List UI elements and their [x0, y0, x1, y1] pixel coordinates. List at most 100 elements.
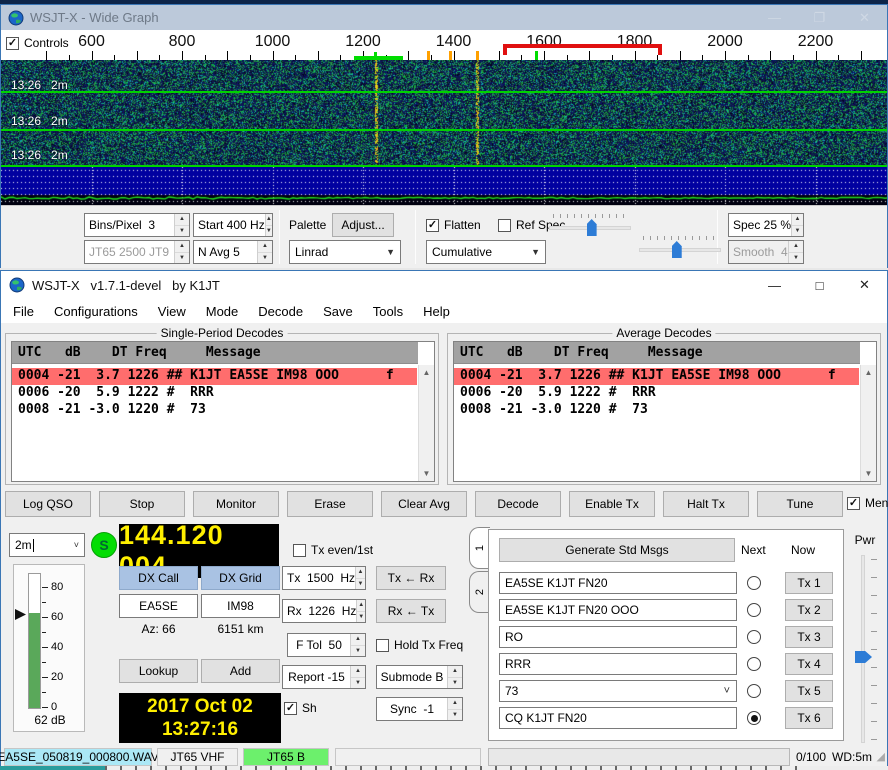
down-arrow-icon[interactable]: ▼ [448, 678, 462, 689]
down-arrow-icon[interactable]: ▼ [351, 646, 365, 657]
down-arrow-icon[interactable]: ▼ [792, 226, 803, 237]
spinner-arrows[interactable]: ▲▼ [447, 698, 462, 720]
tx-message-field-4[interactable]: RRR [499, 653, 737, 675]
decode-text-area[interactable]: UTC dB DT Freq Message0004 -21 3.7 1226 … [11, 341, 435, 482]
decode-row[interactable]: 0004 -21 3.7 1226 ## K1JT EA5SE IM98 OOO… [12, 368, 417, 385]
up-arrow-icon[interactable]: ▲ [351, 634, 365, 646]
tab-1[interactable]: 1 [469, 527, 490, 569]
dx-grid-button[interactable]: DX Grid [201, 566, 280, 590]
hold-tx-freq-checkbox[interactable]: Hold Tx Freq [376, 638, 463, 652]
dx-call-button[interactable]: DX Call [119, 566, 198, 590]
menu-help[interactable]: Help [413, 301, 460, 322]
flatten-checkbox[interactable]: Flatten [426, 218, 481, 232]
up-arrow-icon[interactable]: ▲ [175, 214, 189, 226]
log-qso-button[interactable]: Log QSO [5, 491, 91, 517]
maximize-button[interactable]: ❐ [797, 5, 842, 30]
spinner-arrows[interactable]: ▲▼ [356, 600, 365, 622]
slider-thumb[interactable] [855, 651, 872, 663]
tx-message-field-2[interactable]: EA5SE K1JT FN20 OOO [499, 599, 737, 621]
bins-per-pixel-spinner[interactable]: Bins/Pixel 3 ▲▼ [84, 213, 190, 237]
resize-grip[interactable]: ◢ [877, 750, 885, 763]
enable-tx-button[interactable]: Enable Tx [569, 491, 655, 517]
minimize-button[interactable]: — [752, 271, 797, 299]
tx-message-field-1[interactable]: EA5SE K1JT FN20 [499, 572, 737, 594]
down-arrow-icon[interactable]: ▼ [175, 226, 189, 237]
decode-row[interactable]: 0004 -21 3.7 1226 ## K1JT EA5SE IM98 OOO… [454, 368, 859, 385]
menu-decode[interactable]: Decode [248, 301, 313, 322]
slider-thumb[interactable] [587, 219, 597, 236]
next-radio-6[interactable] [747, 711, 761, 725]
tx-message-field-3[interactable]: RO [499, 626, 737, 648]
tab-2[interactable]: 2 [469, 571, 490, 613]
decode-row[interactable]: 0008 -21 -3.0 1220 # 73 [12, 402, 417, 419]
monitor-button[interactable]: Monitor [193, 491, 279, 517]
next-radio-4[interactable] [747, 657, 761, 671]
down-arrow-icon[interactable]: ▼ [356, 579, 365, 590]
scroll-down-icon[interactable]: ▼ [419, 466, 434, 481]
tx-4-button[interactable]: Tx 4 [785, 653, 833, 675]
menus-checkbox[interactable]: Menus [847, 496, 888, 510]
waterfall-canvas[interactable] [1, 60, 887, 167]
dx-grid-field[interactable]: IM98 [201, 594, 280, 618]
spinner-arrows[interactable]: ▲▼ [257, 241, 272, 263]
scrollbar[interactable]: ▲▼ [418, 365, 434, 481]
up-arrow-icon[interactable]: ▲ [792, 214, 803, 226]
n-avg-spinner[interactable]: N Avg 5 ▲▼ [193, 240, 273, 264]
menu-tools[interactable]: Tools [363, 301, 413, 322]
tx-5-button[interactable]: Tx 5 [785, 680, 833, 702]
slider-track[interactable] [861, 555, 865, 743]
erase-button[interactable]: Erase [287, 491, 373, 517]
minimize-button[interactable]: — [752, 5, 797, 30]
controls-checkbox[interactable]: Controls [6, 36, 75, 50]
sync-status-indicator[interactable]: S [91, 532, 117, 558]
decode-row[interactable]: 0006 -20 5.9 1222 # RRR [454, 385, 859, 402]
up-arrow-icon[interactable]: ▲ [448, 666, 462, 678]
tx-6-button[interactable]: Tx 6 [785, 707, 833, 729]
scrollbar[interactable]: ▲▼ [860, 365, 876, 481]
zero-slider-1[interactable] [639, 236, 721, 258]
rx-freq-spinner[interactable]: Rx 1226 Hz ▲▼ [282, 599, 366, 623]
maximize-button[interactable]: □ [797, 271, 842, 299]
up-arrow-icon[interactable]: ▲ [356, 567, 365, 579]
up-arrow-icon[interactable]: ▲ [266, 214, 272, 226]
next-radio-3[interactable] [747, 630, 761, 644]
sh-checkbox[interactable]: Sh [284, 701, 317, 715]
clear-avg-button[interactable]: Clear Avg [381, 491, 467, 517]
menu-view[interactable]: View [148, 301, 196, 322]
tune-button[interactable]: Tune [757, 491, 843, 517]
down-arrow-icon[interactable]: ▼ [448, 710, 462, 721]
decode-row[interactable]: 0006 -20 5.9 1222 # RRR [12, 385, 417, 402]
slider-thumb[interactable] [672, 241, 682, 258]
lookup-button[interactable]: Lookup [119, 659, 198, 683]
rx-from-tx-button[interactable]: Rx ← Tx [376, 599, 446, 623]
band-select[interactable]: 2m ˅ [9, 533, 85, 557]
menu-file[interactable]: File [3, 301, 44, 322]
down-arrow-icon[interactable]: ▼ [357, 612, 365, 623]
halt-tx-button[interactable]: Halt Tx [663, 491, 749, 517]
decode-text-area[interactable]: UTC dB DT Freq Message0004 -21 3.7 1226 … [453, 341, 877, 482]
down-arrow-icon[interactable]: ▼ [258, 253, 272, 264]
spinner-arrows[interactable]: ▲▼ [350, 666, 365, 688]
spinner-arrows[interactable]: ▲▼ [447, 666, 462, 688]
up-arrow-icon[interactable]: ▲ [351, 666, 365, 678]
tx-message-field-6[interactable]: CQ K1JT FN20 [499, 707, 737, 729]
up-arrow-icon[interactable]: ▲ [448, 698, 462, 710]
spinner-arrows[interactable]: ▲▼ [791, 214, 803, 236]
spinner-arrows[interactable]: ▲▼ [355, 567, 365, 589]
gain-slider-1[interactable] [549, 214, 631, 236]
down-arrow-icon[interactable]: ▼ [266, 226, 272, 237]
menu-mode[interactable]: Mode [196, 301, 249, 322]
scroll-down-icon[interactable]: ▼ [861, 466, 876, 481]
main-titlebar[interactable]: WSJT-X v1.7.1-devel by K1JT — □ ✕ [1, 271, 887, 299]
up-arrow-icon[interactable]: ▲ [258, 241, 272, 253]
scroll-up-icon[interactable]: ▲ [861, 365, 876, 380]
sync-spinner[interactable]: Sync -1 ▲▼ [376, 697, 463, 721]
report-spinner[interactable]: Report -15 ▲▼ [282, 665, 366, 689]
next-radio-2[interactable] [747, 603, 761, 617]
generate-std-msgs-button[interactable]: Generate Std Msgs [499, 538, 735, 562]
tx-freq-spinner[interactable]: Tx 1500 Hz ▲▼ [282, 566, 366, 590]
tx-even-checkbox[interactable]: Tx even/1st [293, 543, 373, 557]
submode-spinner[interactable]: Submode B ▲▼ [376, 665, 463, 689]
spectrum-display[interactable] [1, 167, 887, 205]
up-arrow-icon[interactable]: ▲ [357, 600, 365, 612]
